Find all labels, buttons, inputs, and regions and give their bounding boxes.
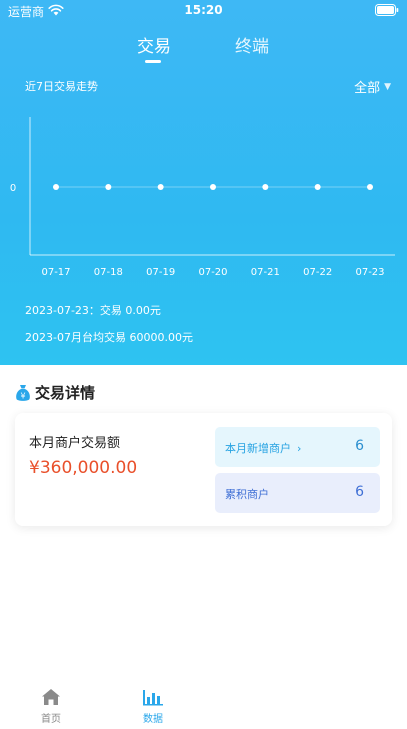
y-tick-label: 0 — [10, 183, 16, 194]
section-title: ¥ 交易详情 — [15, 382, 95, 403]
new-merchants-label-row: 本月新增商户 › — [225, 440, 301, 456]
chevron-down-icon: ▼ — [384, 81, 391, 92]
filter-label: 全部 — [354, 81, 381, 96]
x-tick-label: 07-18 — [94, 267, 123, 278]
x-tick-label: 07-21 — [251, 267, 280, 278]
transaction-detail-card: 本月商户交易额 ¥360,000.00 本月新增商户 › 6 累积商户 6 — [15, 413, 392, 526]
bar-chart-icon — [143, 690, 163, 706]
trend-chart: 0 07-17 07-18 07-19 07-20 07-21 07-22 07-23 — [10, 117, 395, 278]
x-tick-label: 07-19 — [146, 267, 175, 278]
tabbar-item-home[interactable]: 首页 — [21, 688, 81, 725]
tabbar-item-data[interactable]: 数据 — [123, 688, 183, 725]
new-merchants-label: 本月新增商户 — [225, 442, 291, 455]
battery-icon — [375, 4, 399, 16]
data-point — [262, 184, 269, 190]
new-merchants-count: 6 — [355, 438, 364, 454]
x-tick-label: 07-20 — [198, 267, 227, 278]
data-point — [157, 184, 164, 190]
status-time: 15:20 — [184, 3, 223, 17]
section-title-text: 交易详情 — [35, 384, 96, 402]
chart-title: 近7日交易走势 — [25, 80, 98, 93]
header-panel: 运营商 15:20 交易 终端 近7日交易走势 全部 ▼ 0 07-17 07-18… — [0, 0, 407, 365]
tab-terminal[interactable]: 终端 — [235, 32, 269, 57]
home-icon — [42, 689, 60, 705]
data-point — [210, 184, 216, 190]
monthly-volume-label: 本月商户交易额 — [29, 436, 121, 451]
data-point — [53, 184, 59, 190]
bottom-tab-bar: 首页 数据 — [0, 680, 407, 729]
tabbar-label-data: 数据 — [143, 714, 163, 725]
active-tab-indicator — [145, 60, 161, 63]
data-point — [105, 184, 112, 190]
tab-trade[interactable]: 交易 — [137, 32, 171, 57]
total-merchants-label: 累积商户 — [225, 488, 269, 501]
tabbar-label-home: 首页 — [41, 714, 61, 725]
x-tick-label: 07-23 — [355, 267, 384, 278]
screen: 运营商 15:20 交易 终端 近7日交易走势 全部 ▼ 0 07-17 07-18… — [0, 0, 407, 729]
x-tick-label: 07-22 — [303, 267, 332, 278]
total-merchants-box: 累积商户 6 — [215, 473, 380, 513]
new-merchants-box[interactable]: 本月新增商户 › 6 — [215, 427, 380, 467]
chevron-right-icon: › — [297, 441, 302, 455]
monthly-volume-amount: ¥360,000.00 — [29, 458, 138, 478]
data-point — [314, 184, 321, 190]
top-tabs: 交易 终端 — [0, 30, 407, 70]
total-merchants-count: 6 — [355, 484, 364, 500]
data-point — [367, 184, 373, 190]
daily-summary: 2023-07-23：交易 0.00元 — [25, 304, 161, 317]
svg-text:¥: ¥ — [20, 391, 25, 400]
monthly-average-summary: 2023-07月台均交易 60000.00元 — [25, 331, 193, 344]
filter-dropdown[interactable]: 全部 ▼ — [354, 77, 391, 96]
x-tick-label: 07-17 — [41, 267, 70, 278]
moneybag-icon: ¥ — [16, 384, 30, 401]
status-bar: 运营商 15:20 — [0, 0, 407, 22]
